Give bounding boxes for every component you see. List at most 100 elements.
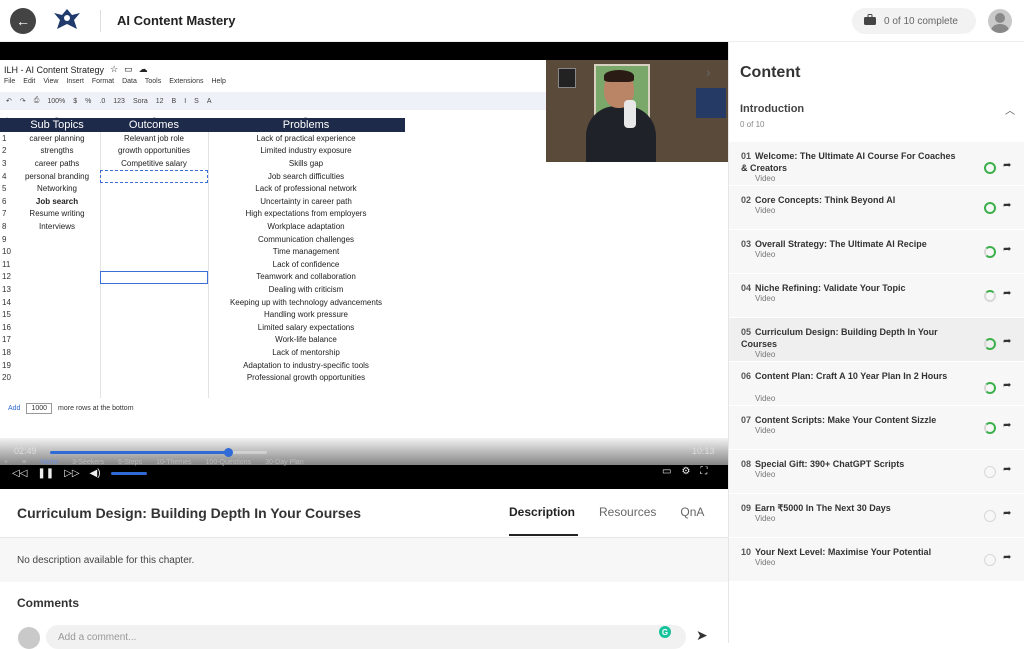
volume-icon[interactable]: ◀)	[90, 468, 101, 479]
sheet-menu: File Edit View Insert Format Data Tools …	[4, 78, 226, 85]
sheet-row: 18 Lack of mentorship	[0, 346, 404, 359]
share-icon[interactable]: ➦	[1003, 336, 1011, 347]
toolbar-item: %	[85, 97, 92, 105]
cell-problem: Uncertainty in career path	[260, 196, 352, 206]
cell-problem: Limited industry exposure	[260, 146, 352, 156]
send-icon[interactable]: ➤	[696, 627, 708, 644]
share-icon[interactable]: ➦	[1003, 552, 1011, 563]
menu-item: Insert	[66, 78, 84, 85]
rewind-icon[interactable]: ◁◁	[12, 468, 27, 479]
cell-subtopic: strengths	[40, 146, 74, 156]
row-number: 15	[2, 310, 11, 320]
lesson-item-type: Video	[755, 558, 776, 567]
lesson-panel: Curriculum Design: Building Depth In You…	[0, 489, 728, 649]
tab-description[interactable]: Description	[509, 505, 575, 519]
share-icon[interactable]: ➦	[1003, 420, 1011, 431]
sheet-row: 5 Networking Lack of professional network	[0, 182, 404, 195]
cell-problem: Professional growth opportunities	[246, 373, 366, 383]
pause-icon[interactable]: ❚❚	[37, 468, 54, 479]
row-number: 2	[2, 146, 7, 156]
share-icon[interactable]: ➦	[1003, 160, 1011, 171]
lesson-item[interactable]: 01 Welcome: The Ultimate AI Course For Co…	[729, 142, 1024, 186]
lesson-item-label: Welcome: The Ultimate AI Course For Coac…	[741, 151, 956, 173]
row-number: 3	[2, 158, 7, 168]
menu-item: Format	[91, 78, 115, 85]
lesson-item[interactable]: 04 Niche Refining: Validate Your Topic Vid…	[729, 274, 1024, 318]
sidebar-title: Content	[740, 64, 801, 81]
user-avatar[interactable]	[988, 9, 1012, 33]
video-player[interactable]: ILH - AI Content Strategy ☆ ▭ ☁ File Edi…	[0, 42, 728, 489]
lesson-item[interactable]: 03 Overall Strategy: The Ultimate AI Reci…	[729, 230, 1024, 274]
player-controls-right: ▭ ⚙ ⛶	[662, 466, 707, 477]
lesson-description: No description available for this chapte…	[17, 555, 195, 566]
chevron-up-icon[interactable]: ︿	[1005, 102, 1015, 117]
lesson-item[interactable]: 07 Content Scripts: Make Your Content Siz…	[729, 406, 1024, 450]
top-bar: ← AI Content Mastery 0 of 10 complete	[0, 0, 1024, 42]
lesson-item-type: Video	[755, 470, 776, 479]
lesson-item-number: 06	[741, 371, 752, 381]
tab-resources[interactable]: Resources	[599, 505, 656, 519]
arrow-left-icon[interactable]: ←	[10, 7, 36, 34]
row-number: 18	[2, 347, 11, 357]
cell-subtopic: Job search	[35, 196, 79, 206]
picture-in-picture-icon[interactable]: ▭	[662, 466, 671, 477]
progress-pill[interactable]: 0 of 10 complete	[852, 8, 976, 34]
row-number: 5	[2, 184, 7, 194]
cell-subtopic: Interviews	[38, 221, 75, 231]
row-number: 8	[2, 221, 7, 231]
progress-ring-icon	[984, 382, 996, 394]
settings-icon[interactable]: ⚙	[681, 466, 690, 477]
section-title[interactable]: Introduction	[740, 103, 804, 115]
share-icon[interactable]: ➦	[1003, 244, 1011, 255]
lesson-item-title: 07 Content Scripts: Make Your Content Siz…	[741, 414, 961, 426]
sheet-row: 10 Time management	[0, 245, 404, 258]
lesson-item[interactable]: 09 Earn ₹5000 In The Next 30 Days Video ➦	[729, 494, 1024, 538]
sheet-row: 14 Keeping up with technology advancement…	[0, 296, 404, 309]
add-rows-button: Add	[8, 405, 21, 412]
fullscreen-icon[interactable]: ⛶	[700, 466, 707, 477]
volume-slider[interactable]	[110, 471, 147, 475]
seek-bar[interactable]	[50, 448, 267, 457]
sheet-row: 2 strengths growth opportunities Limited in…	[0, 145, 404, 158]
lesson-item-type: Video	[755, 514, 776, 523]
cell-problem: Work-life balance	[275, 335, 337, 345]
seek-progress	[50, 451, 228, 454]
lesson-item[interactable]: 05 Curriculum Design: Building Depth In Y…	[729, 318, 1024, 362]
tab-qna[interactable]: QnA	[680, 505, 704, 519]
add-rows-suffix: more rows at the bottom	[58, 405, 134, 412]
row-number: 11	[2, 259, 11, 269]
cell-problem: Keeping up with technology advancements	[229, 297, 383, 307]
cell-problem: Adaptation to industry-specific tools	[243, 360, 369, 370]
grammarly-icon[interactable]: G	[659, 626, 671, 638]
lesson-item-label: Core Concepts: Think Beyond AI	[755, 195, 896, 205]
toolbar-item: 123	[113, 97, 125, 105]
sheet-tab: 30-Day Plan	[265, 458, 304, 466]
menu-item: Data	[122, 78, 137, 85]
lesson-item-title: 06 Content Plan: Craft A 10 Year Plan In …	[741, 370, 961, 382]
chevron-right-icon[interactable]: ›	[706, 64, 711, 80]
sheet-row: 11 Lack of confidence	[0, 258, 404, 271]
share-icon[interactable]: ➦	[1003, 464, 1011, 475]
toolbar-item: S	[194, 97, 199, 105]
share-icon[interactable]: ➦	[1003, 508, 1011, 519]
lesson-item[interactable]: 10 Your Next Level: Maximise Your Potenti…	[729, 538, 1024, 582]
lesson-item-number: 03	[741, 239, 752, 249]
sheet-row: 9 Communication challenges	[0, 233, 404, 246]
share-icon[interactable]: ➦	[1003, 380, 1011, 391]
share-icon[interactable]: ➦	[1003, 200, 1011, 211]
lesson-item[interactable]: 02 Core Concepts: Think Beyond AI Video ➦	[729, 186, 1024, 230]
row-number: 19	[2, 360, 11, 370]
lesson-item-number: 08	[741, 459, 752, 469]
forward-icon[interactable]: ▷▷	[64, 468, 79, 479]
cell-problem: Dealing with criticism	[268, 284, 344, 294]
cell-outcome: growth opportunities	[117, 146, 191, 156]
lesson-item[interactable]: 08 Special Gift: 390+ ChatGPT Scripts Vide…	[729, 450, 1024, 494]
row-number: 1	[2, 133, 7, 143]
sheet-title: ILH - AI Content Strategy	[4, 64, 105, 75]
star-icon: ☆	[110, 64, 119, 74]
lesson-item[interactable]: 06 Content Plan: Craft A 10 Year Plan In …	[729, 362, 1024, 406]
share-icon[interactable]: ➦	[1003, 288, 1011, 299]
comment-input[interactable]: Add a comment...	[46, 625, 686, 649]
lesson-item-label: Content Plan: Craft A 10 Year Plan In 2 …	[755, 371, 948, 381]
undo-icon: ↶	[6, 98, 12, 105]
